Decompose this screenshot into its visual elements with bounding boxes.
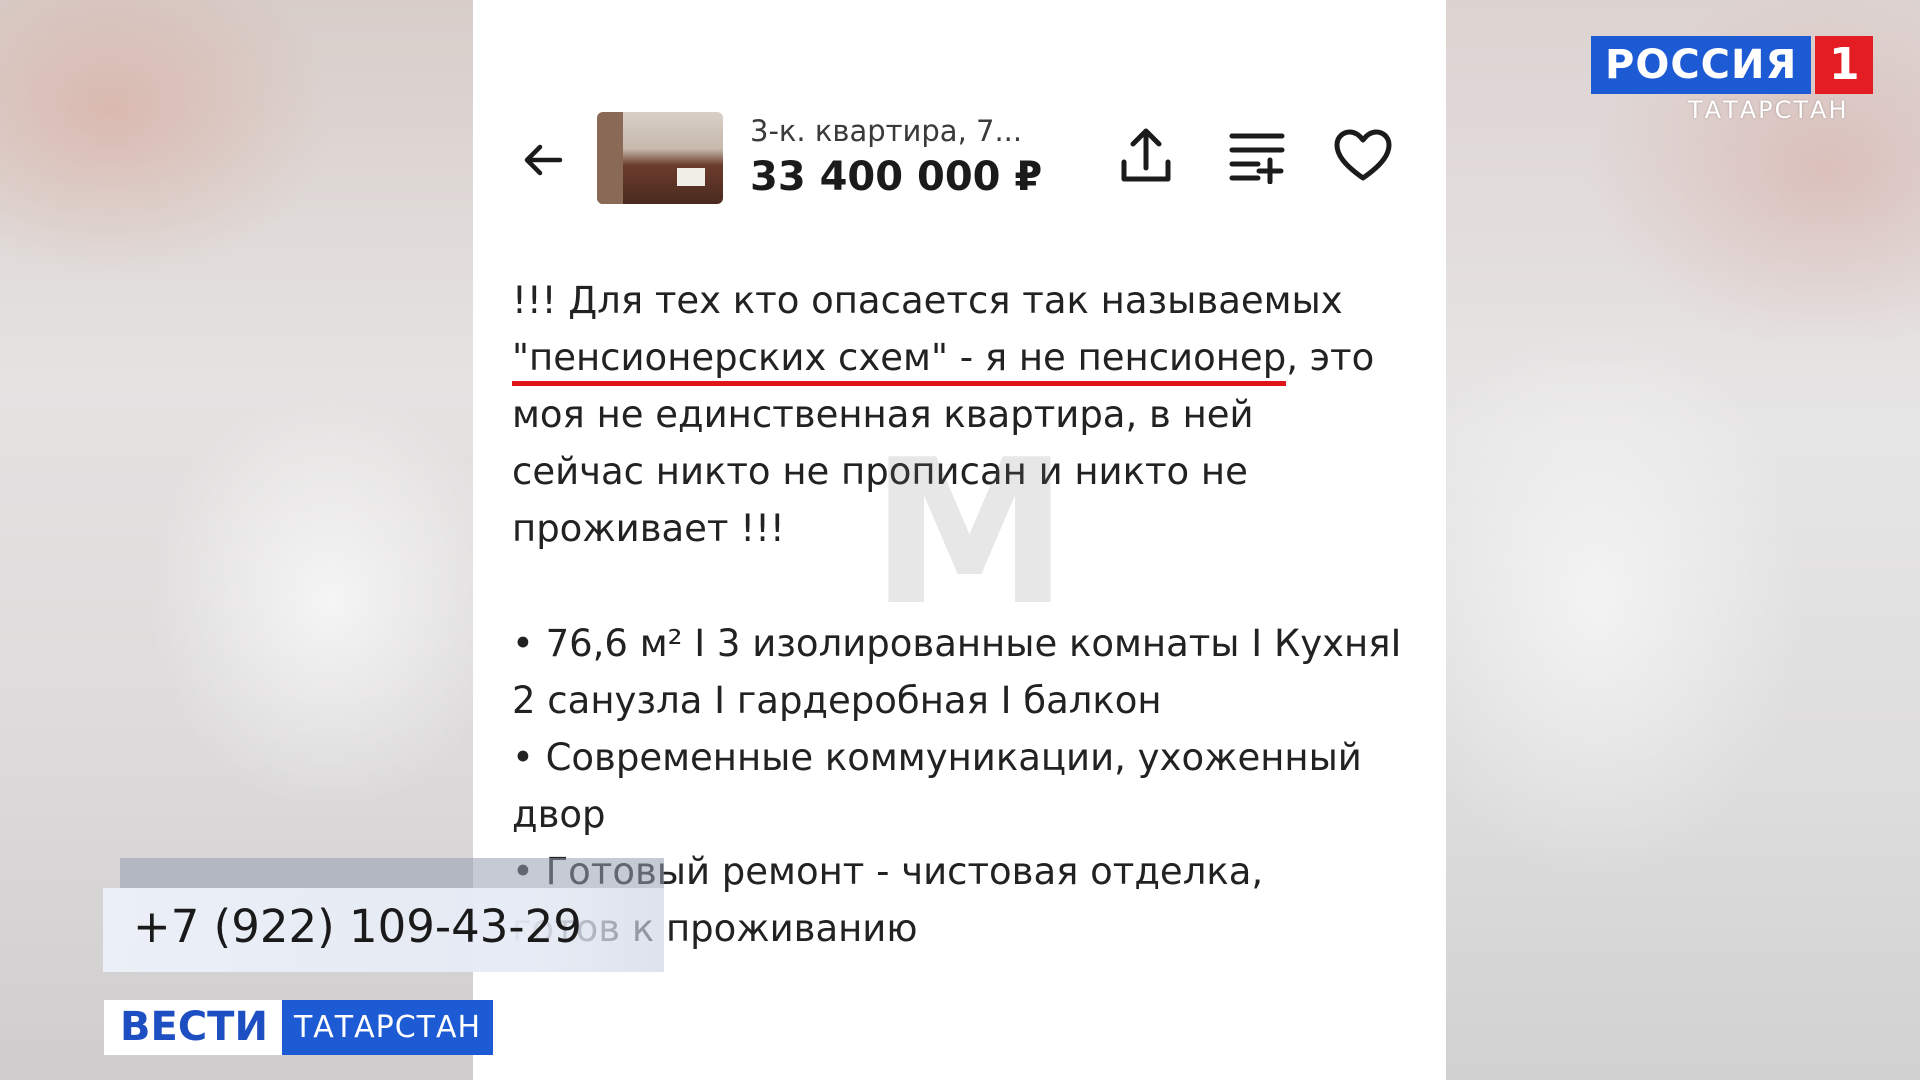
description-line: "пенсионерских схем" - я не пенсионер, э… — [512, 329, 1432, 386]
feature-line: • 76,6 м² I 3 изолированные комнаты I Ку… — [512, 622, 1402, 665]
background-right — [1446, 0, 1920, 1080]
listing-description: !!! Для тех кто опасается так называемых… — [512, 272, 1432, 557]
feature-line: • Современные коммуникации, ухоженный — [512, 736, 1362, 779]
program-logo: ВЕСТИ ТАТАРСТАН — [104, 1000, 494, 1055]
listing-price: 33 400 000 ₽ — [750, 154, 1043, 200]
description-line: сейчас никто не прописан и никто не — [512, 450, 1248, 493]
phone-caption: +7 (922) 109-43-29 — [103, 888, 664, 972]
listing-header: 3-к. квартира, 7... 33 400 000 ₽ — [473, 100, 1446, 210]
caption-bar-accent — [120, 858, 664, 888]
highlighted-phrase: "пенсионерских схем" - я не пенсионер — [512, 336, 1287, 386]
channel-logo-word: РОССИЯ — [1591, 36, 1812, 94]
description-line: проживает !!! — [512, 507, 785, 550]
program-region: ТАТАРСТАН — [281, 1000, 494, 1055]
program-name: ВЕСТИ — [104, 1000, 282, 1055]
feature-line: двор — [512, 793, 606, 836]
channel-logo: РОССИЯ 1 — [1591, 36, 1874, 94]
share-icon[interactable] — [1118, 126, 1174, 186]
feature-line: 2 санузла I гардеробная I балкон — [512, 679, 1162, 722]
arrow-left-icon[interactable] — [518, 135, 568, 185]
channel-region: ТАТАРСТАН — [1688, 96, 1849, 124]
heart-icon[interactable] — [1333, 128, 1393, 184]
listing-thumbnail[interactable] — [597, 112, 723, 204]
description-text: , это — [1286, 336, 1375, 379]
compare-list-icon[interactable] — [1228, 128, 1288, 184]
channel-logo-number: 1 — [1815, 36, 1874, 94]
description-line: моя не единственная квартира, в ней — [512, 393, 1254, 436]
description-line: !!! Для тех кто опасается так называемых — [512, 279, 1343, 322]
phone-number: +7 (922) 109-43-29 — [133, 900, 582, 953]
listing-title: 3-к. квартира, 7... — [750, 114, 1023, 148]
